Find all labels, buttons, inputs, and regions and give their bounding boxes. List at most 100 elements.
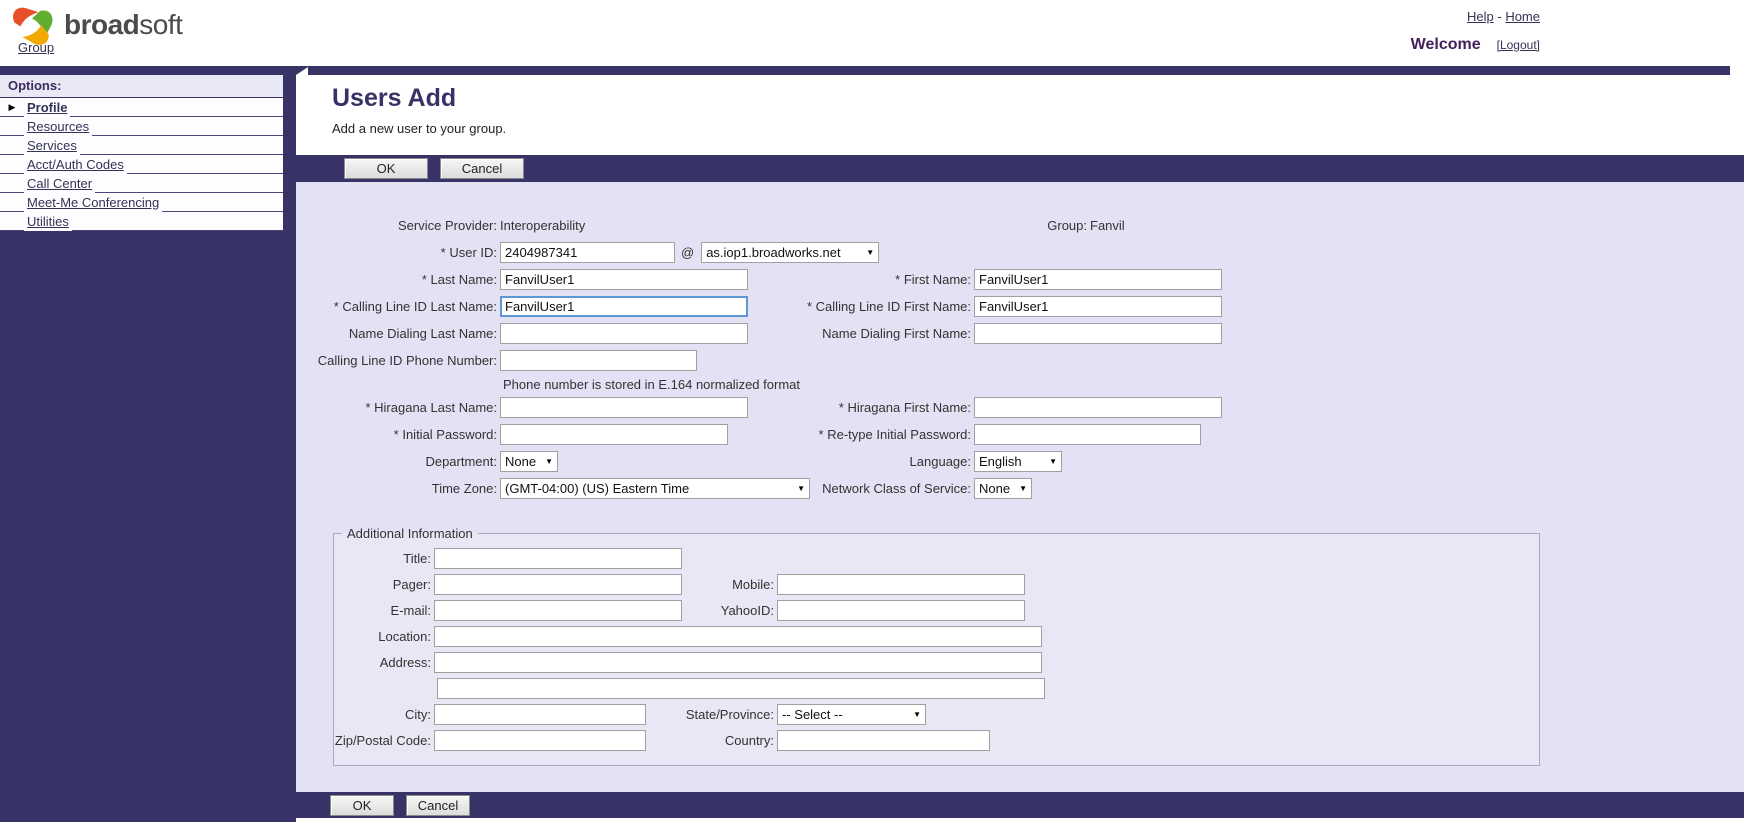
- sidebar-item-acct-auth-codes[interactable]: Acct/Auth Codes: [0, 155, 283, 174]
- clid-phone-label: Calling Line ID Phone Number:: [296, 353, 500, 368]
- ok-button-bottom[interactable]: OK: [330, 795, 394, 816]
- zip-input[interactable]: [434, 730, 646, 751]
- row-clid-phone: Calling Line ID Phone Number:: [296, 347, 1744, 374]
- row-hiragana: * Hiragana Last Name: * Hiragana First N…: [296, 394, 1744, 421]
- title-label: Title:: [334, 551, 434, 566]
- menu-rule: [95, 174, 283, 193]
- chevron-down-icon: ▼: [866, 248, 874, 257]
- options-list: ▶ Profile Resources Services: [0, 98, 283, 231]
- welcome-text: Welcome: [1411, 36, 1481, 54]
- address-line1-input[interactable]: [434, 652, 1042, 673]
- country-input[interactable]: [777, 730, 990, 751]
- ok-button-top[interactable]: OK: [344, 158, 428, 179]
- email-input[interactable]: [434, 600, 682, 621]
- options-title: Options:: [0, 75, 283, 98]
- sidebar-item-services[interactable]: Services: [0, 136, 283, 155]
- service-provider-label: Service Provider:: [296, 218, 500, 233]
- bullet-spacer: [0, 136, 24, 155]
- cancel-button-bottom[interactable]: Cancel: [406, 795, 470, 816]
- name-dialing-last-input[interactable]: [500, 323, 748, 344]
- state-province-select-value: -- Select --: [782, 707, 843, 722]
- clid-phone-input[interactable]: [500, 350, 697, 371]
- last-name-input[interactable]: [500, 269, 748, 290]
- row-address2: [334, 675, 1539, 701]
- clid-last-name-label: * Calling Line ID Last Name:: [296, 299, 500, 314]
- initial-password-input[interactable]: [500, 424, 728, 445]
- row-city-state: City: State/Province: -- Select --▼: [334, 701, 1539, 727]
- options-menu: Options: ▶ Profile Resources Service: [0, 75, 283, 234]
- city-input[interactable]: [434, 704, 646, 725]
- sidebar-item-label[interactable]: Acct/Auth Codes: [24, 157, 127, 172]
- yahoo-id-input[interactable]: [777, 600, 1025, 621]
- title-input[interactable]: [434, 548, 682, 569]
- logout-link[interactable]: [Logout]: [1497, 38, 1540, 52]
- hiragana-first-label: * Hiragana First Name:: [773, 400, 974, 415]
- retype-password-input[interactable]: [974, 424, 1201, 445]
- sidebar-item-label[interactable]: Meet-Me Conferencing: [24, 195, 162, 210]
- menu-rule: [92, 117, 283, 136]
- sidebar-item-meet-me-conferencing[interactable]: Meet-Me Conferencing: [0, 193, 283, 212]
- group-value: Fanvil: [1090, 218, 1744, 233]
- ncos-select[interactable]: None▼: [974, 478, 1032, 499]
- mobile-label: Mobile:: [682, 577, 777, 592]
- language-select[interactable]: English▼: [974, 451, 1062, 472]
- sidebar-item-utilities[interactable]: Utilities: [0, 212, 283, 231]
- bullet-spacer: [0, 117, 24, 136]
- row-service-provider: Service Provider: Interoperability Group…: [296, 212, 1744, 239]
- sidebar-item-label[interactable]: Resources: [24, 119, 92, 134]
- name-dialing-first-input[interactable]: [974, 323, 1222, 344]
- sidebar-item-label[interactable]: Profile: [24, 100, 70, 115]
- time-zone-label: Time Zone:: [296, 481, 500, 496]
- department-select[interactable]: None ▼: [500, 451, 558, 472]
- menu-rule: [127, 155, 283, 174]
- clid-last-name-input[interactable]: [500, 296, 748, 317]
- first-name-input[interactable]: [974, 269, 1222, 290]
- ncos-select-value: None: [979, 481, 1010, 496]
- chevron-down-icon: ▼: [545, 457, 553, 466]
- left-column: Options: ▶ Profile Resources Service: [0, 75, 296, 822]
- sidebar-item-call-center[interactable]: Call Center: [0, 174, 283, 193]
- active-arrow-icon: ▶: [0, 98, 24, 117]
- clid-first-name-input[interactable]: [974, 296, 1222, 317]
- language-select-value: English: [979, 454, 1022, 469]
- user-id-input[interactable]: [500, 242, 675, 263]
- time-zone-select-value: (GMT-04:00) (US) Eastern Time: [505, 481, 689, 496]
- additional-information-legend: Additional Information: [342, 526, 478, 541]
- department-select-value: None: [505, 454, 536, 469]
- row-department-language: Department: None▼ Language: English▼: [296, 448, 1744, 475]
- row-address: Address:: [334, 649, 1539, 675]
- name-dialing-last-label: Name Dialing Last Name:: [296, 326, 500, 341]
- sidebar-item-resources[interactable]: Resources: [0, 117, 283, 136]
- row-passwords: * Initial Password: * Re-type Initial Pa…: [296, 421, 1744, 448]
- sidebar-item-label[interactable]: Call Center: [24, 176, 95, 191]
- state-province-label: State/Province:: [646, 707, 777, 722]
- address-label: Address:: [334, 655, 434, 670]
- brand-name: broadsoft: [64, 9, 182, 41]
- help-link[interactable]: Help: [1467, 9, 1494, 24]
- row-names: * Last Name: * First Name:: [296, 266, 1744, 293]
- state-province-select[interactable]: -- Select --▼: [777, 704, 926, 725]
- menu-rule: [162, 193, 283, 212]
- sidebar-item-label[interactable]: Utilities: [24, 214, 72, 229]
- last-name-label: * Last Name:: [296, 272, 500, 287]
- address-line2-input[interactable]: [437, 678, 1045, 699]
- home-link[interactable]: Home: [1505, 9, 1540, 24]
- user-id-label: * User ID:: [296, 245, 500, 260]
- mobile-input[interactable]: [777, 574, 1025, 595]
- cancel-button-top[interactable]: Cancel: [440, 158, 524, 179]
- hiragana-last-label: * Hiragana Last Name:: [296, 400, 500, 415]
- hiragana-last-input[interactable]: [500, 397, 748, 418]
- group-link[interactable]: Group: [18, 40, 54, 55]
- sidebar-item-profile[interactable]: ▶ Profile: [0, 98, 283, 117]
- sidebar-item-label[interactable]: Services: [24, 138, 80, 153]
- country-label: Country:: [646, 733, 777, 748]
- location-input[interactable]: [434, 626, 1042, 647]
- pager-input[interactable]: [434, 574, 682, 595]
- top-divider-bar: [0, 66, 1730, 75]
- row-title: Title:: [334, 545, 1539, 571]
- domain-select[interactable]: as.iop1.broadworks.net▼: [701, 242, 879, 263]
- language-label: Language:: [773, 454, 974, 469]
- row-name-dialing: Name Dialing Last Name: Name Dialing Fir…: [296, 320, 1744, 347]
- time-zone-select[interactable]: (GMT-04:00) (US) Eastern Time▼: [500, 478, 810, 499]
- hiragana-first-input[interactable]: [974, 397, 1222, 418]
